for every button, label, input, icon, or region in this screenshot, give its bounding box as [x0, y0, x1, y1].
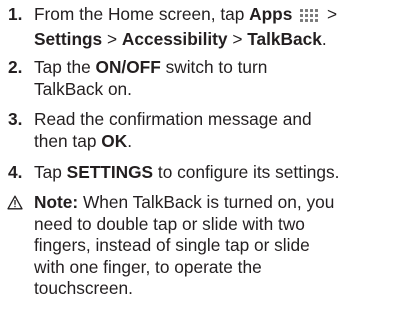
- step-4-text: to configure its settings.: [153, 162, 340, 182]
- period: .: [321, 28, 327, 49]
- note-line-3: fingers, instead of single tap or slide: [34, 235, 310, 255]
- separator: >: [227, 28, 248, 49]
- step-text: Tap SETTINGS to configure its settings.: [34, 162, 392, 184]
- step-2-text: switch to turn: [160, 57, 268, 77]
- apps-grid-icon: [299, 7, 320, 29]
- step-1-text: From the Home screen, tap: [34, 4, 250, 24]
- step-2-line-2: TalkBack on.: [34, 78, 132, 99]
- step-4-text: Tap: [34, 162, 67, 182]
- step-text: From the Home screen, tap Apps > Setting…: [34, 4, 392, 50]
- settings-label: Settings: [34, 28, 103, 49]
- settings-button-label: SETTINGS: [66, 162, 154, 182]
- ok-label: OK: [101, 130, 128, 151]
- step-number: 3.: [8, 109, 23, 129]
- step-3-text: then tap: [34, 130, 102, 151]
- period: .: [127, 130, 132, 151]
- step-number: 4.: [8, 162, 23, 182]
- step-text: Tap the ON/OFF switch to turn TalkBack o…: [34, 57, 392, 100]
- separator: >: [102, 28, 122, 49]
- step-2-text: Tap the: [34, 57, 96, 77]
- step-text: Read the confirmation message and then t…: [34, 109, 392, 152]
- note-line-2: need to double tap or slide with two: [34, 213, 305, 234]
- warning-triangle-icon: [7, 194, 23, 216]
- talkback-label: TalkBack: [247, 28, 322, 49]
- step-3-line-1: Read the confirmation message and: [34, 109, 312, 129]
- note-line-1: When TalkBack is turned on, you: [78, 192, 335, 212]
- note-line-5: touchscreen.: [34, 278, 133, 298]
- apps-label: Apps: [249, 4, 293, 24]
- note-text: Note: When TalkBack is turned on, you ne…: [34, 192, 392, 300]
- note-line-4: with one finger, to operate the: [34, 256, 262, 277]
- step-number: 1.: [8, 4, 23, 24]
- separator: >: [322, 4, 338, 24]
- accessibility-label: Accessibility: [121, 28, 228, 49]
- note-label: Note:: [34, 192, 79, 212]
- on-off-switch-label: ON/OFF: [95, 57, 161, 77]
- step-number: 2.: [8, 57, 23, 77]
